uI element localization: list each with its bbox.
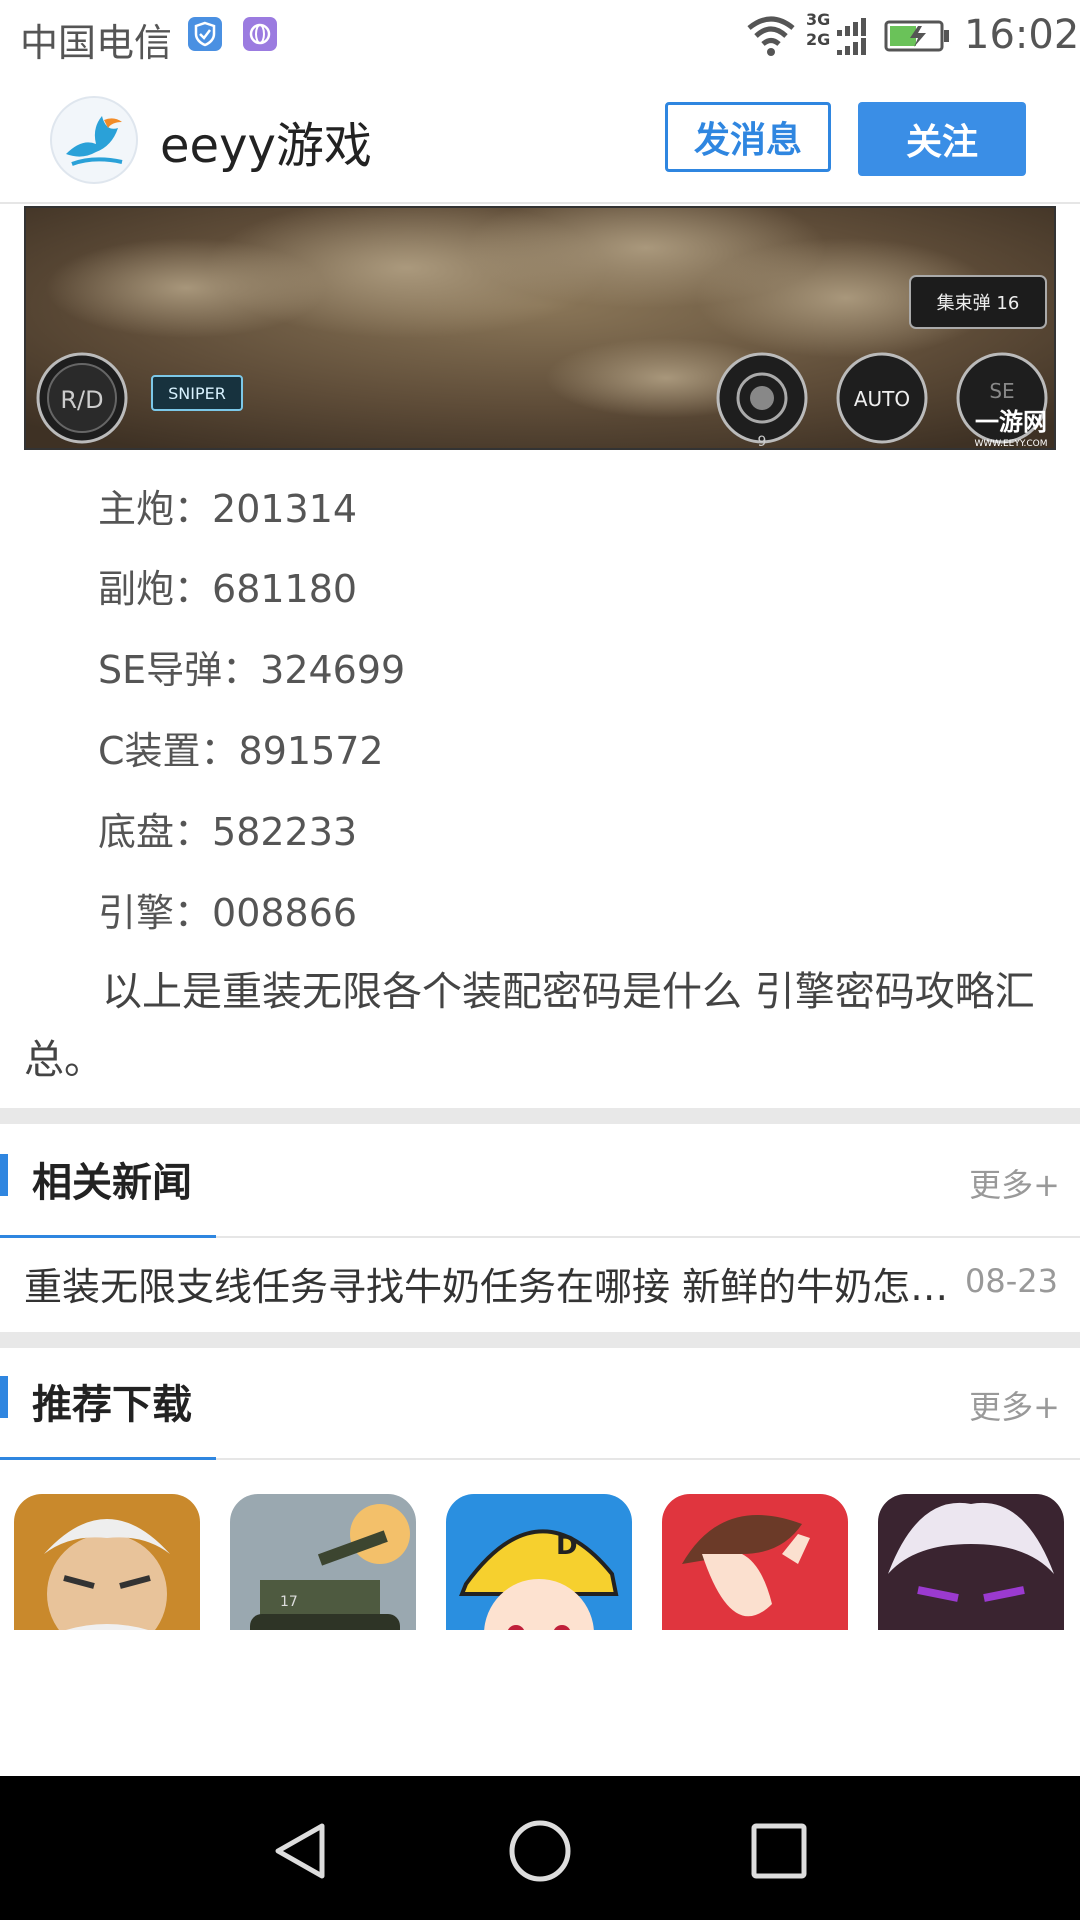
svg-text:SNIPER: SNIPER xyxy=(168,384,226,403)
drift-app-icon[interactable]: D xyxy=(446,1494,632,1630)
follow-button[interactable]: 关注 xyxy=(858,102,1026,176)
svg-text:AUTO: AUTO xyxy=(854,387,910,411)
recommended-more-link[interactable]: 更多+ xyxy=(969,1382,1060,1428)
romance-app-icon[interactable] xyxy=(662,1494,848,1630)
section-divider xyxy=(0,1108,1080,1124)
svg-text:SE: SE xyxy=(989,379,1014,403)
send-message-button[interactable]: 发消息 xyxy=(665,102,831,172)
news-title[interactable]: 重装无限支线任务寻找牛奶任务在哪接 新鲜的牛奶怎么获得 xyxy=(24,1256,954,1311)
browser-icon xyxy=(243,17,277,51)
clock: 16:02 xyxy=(964,12,1080,58)
svg-text:17: 17 xyxy=(280,1594,298,1610)
related-news-header: 相关新闻 更多+ xyxy=(0,1126,1080,1238)
recommended-title: 推荐下载 xyxy=(32,1382,192,1428)
section-underline xyxy=(0,1457,216,1460)
wifi-icon xyxy=(747,16,795,56)
network-type: 3G 2G xyxy=(806,10,831,49)
system-navigation-bar xyxy=(0,1776,1080,1920)
section-divider xyxy=(0,1332,1080,1348)
code-item-c-device: C装置：891572 xyxy=(98,729,384,773)
code-item-main-gun: 主炮：201314 xyxy=(98,487,358,531)
page-header: eeyy游戏 发消息 关注 xyxy=(0,76,1080,204)
anime-app-icon[interactable] xyxy=(878,1494,1064,1630)
code-item-engine: 引擎：008866 xyxy=(98,891,358,935)
recent-apps-icon[interactable] xyxy=(744,1816,814,1886)
ammo-indicator: 集束弹 16 xyxy=(909,275,1047,329)
news-item[interactable]: 重装无限支线任务寻找牛奶任务在哪接 新鲜的牛奶怎么获得 08-23 xyxy=(0,1238,1080,1328)
svg-text:WWW.EEYY.COM: WWW.EEYY.COM xyxy=(974,439,1047,449)
carrier-name: 中国电信 xyxy=(20,21,173,65)
section-accent xyxy=(0,1154,8,1196)
code-item-secondary-gun: 副炮：681180 xyxy=(98,567,358,611)
svg-text:D: D xyxy=(556,1531,578,1561)
svg-text:9: 9 xyxy=(758,434,767,450)
news-date: 08-23 xyxy=(965,1262,1058,1300)
svg-text:R/D: R/D xyxy=(60,386,103,414)
code-item-se-missile: SE导弹：324699 xyxy=(98,648,406,692)
related-news-more-link[interactable]: 更多+ xyxy=(969,1160,1060,1206)
svg-text:集束弹 16: 集束弹 16 xyxy=(937,293,1020,314)
recommended-apps: 17 D xyxy=(14,1494,1074,1630)
signal-icon xyxy=(837,18,866,55)
home-icon[interactable] xyxy=(505,1816,575,1886)
recommended-header: 推荐下载 更多+ xyxy=(0,1348,1080,1460)
site-logo[interactable] xyxy=(50,96,138,184)
site-name: eeyy游戏 xyxy=(160,118,372,174)
game-screenshot: R/D SNIPER 集束弹 16 9 AUTO SE 一游网 WWW.EEYY… xyxy=(24,206,1056,450)
section-accent xyxy=(0,1376,8,1418)
battery-icon xyxy=(884,20,949,52)
shield-icon xyxy=(188,17,222,51)
code-item-chassis: 底盘：582233 xyxy=(98,810,358,854)
svg-text:一游网: 一游网 xyxy=(975,408,1047,436)
article-conclusion: 以上是重装无限各个装配密码是什么 引擎密码攻略汇总。 xyxy=(24,969,1035,1083)
back-icon[interactable] xyxy=(266,1816,336,1886)
sniper-badge: SNIPER xyxy=(151,375,243,411)
rd-control-icon: R/D xyxy=(36,352,128,444)
status-bar: 中国电信 3G 2G 16:02 xyxy=(0,0,1080,76)
watermark-logo: 一游网 WWW.EEYY.COM xyxy=(974,408,1047,449)
auto-control-icon: AUTO xyxy=(836,352,928,444)
tank-app-icon[interactable]: 17 xyxy=(230,1494,416,1630)
related-news-title: 相关新闻 xyxy=(32,1160,192,1206)
hero-app-icon[interactable] xyxy=(14,1494,200,1630)
